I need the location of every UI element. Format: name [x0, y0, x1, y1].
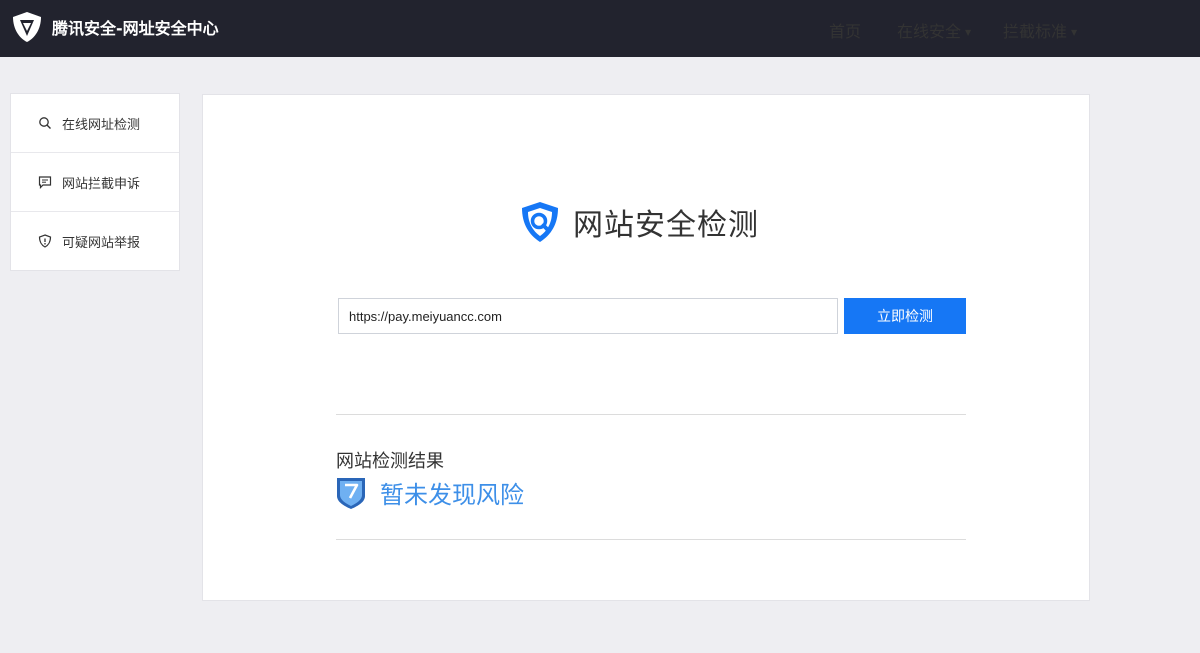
shield-search-icon [522, 202, 558, 242]
result-label: 网站检测结果 [336, 451, 444, 472]
sidebar: 在线网址检测 网站拦截申诉 可疑网站举报 [10, 93, 180, 271]
tencent-security-shield-icon [13, 12, 41, 42]
nav-block-standards[interactable]: 拦截标准 ▼ [1003, 18, 1077, 42]
chevron-down-icon: ▼ [965, 28, 972, 37]
result-status: 暂未发现风险 [336, 475, 524, 510]
top-navbar: 腾讯安全-网址安全中心 首页 在线安全 ▼ 拦截标准 ▼ [0, 0, 1200, 57]
main-panel: 网站安全检测 立即检测 网站检测结果 暂未发现风险 [202, 94, 1090, 601]
shield-alert-icon [38, 234, 52, 248]
sidebar-item-url-check[interactable]: 在线网址检测 [11, 94, 179, 153]
search-icon [39, 117, 51, 129]
divider [336, 414, 966, 415]
result-value: 暂未发现风险 [380, 481, 524, 509]
chat-icon [38, 176, 52, 189]
brand[interactable]: 腾讯安全-网址安全中心 [10, 9, 219, 45]
sidebar-item-appeal[interactable]: 网站拦截申诉 [11, 153, 179, 212]
nav-home[interactable]: 首页 [829, 18, 861, 42]
site-title: 腾讯安全-网址安全中心 [52, 19, 219, 38]
check-now-button[interactable]: 立即检测 [844, 298, 966, 334]
divider [336, 539, 966, 540]
nav-block-standards-label: 拦截标准 [1003, 22, 1068, 41]
sidebar-item-report[interactable]: 可疑网站举报 [11, 212, 179, 270]
chevron-down-icon: ▼ [1071, 28, 1078, 37]
nav-home-label: 首页 [829, 22, 862, 41]
url-input[interactable] [338, 298, 838, 334]
nav-online-security[interactable]: 在线安全 ▼ [897, 18, 971, 42]
sidebar-item-label: 可疑网站举报 [62, 235, 141, 251]
shield-check-icon [337, 477, 365, 509]
sidebar-item-label: 网站拦截申诉 [62, 176, 141, 192]
sidebar-item-label: 在线网址检测 [62, 117, 141, 133]
page-title: 网站安全检测 [573, 208, 759, 243]
page-heading: 网站安全检测 [517, 199, 759, 245]
nav-online-security-label: 在线安全 [897, 22, 962, 41]
